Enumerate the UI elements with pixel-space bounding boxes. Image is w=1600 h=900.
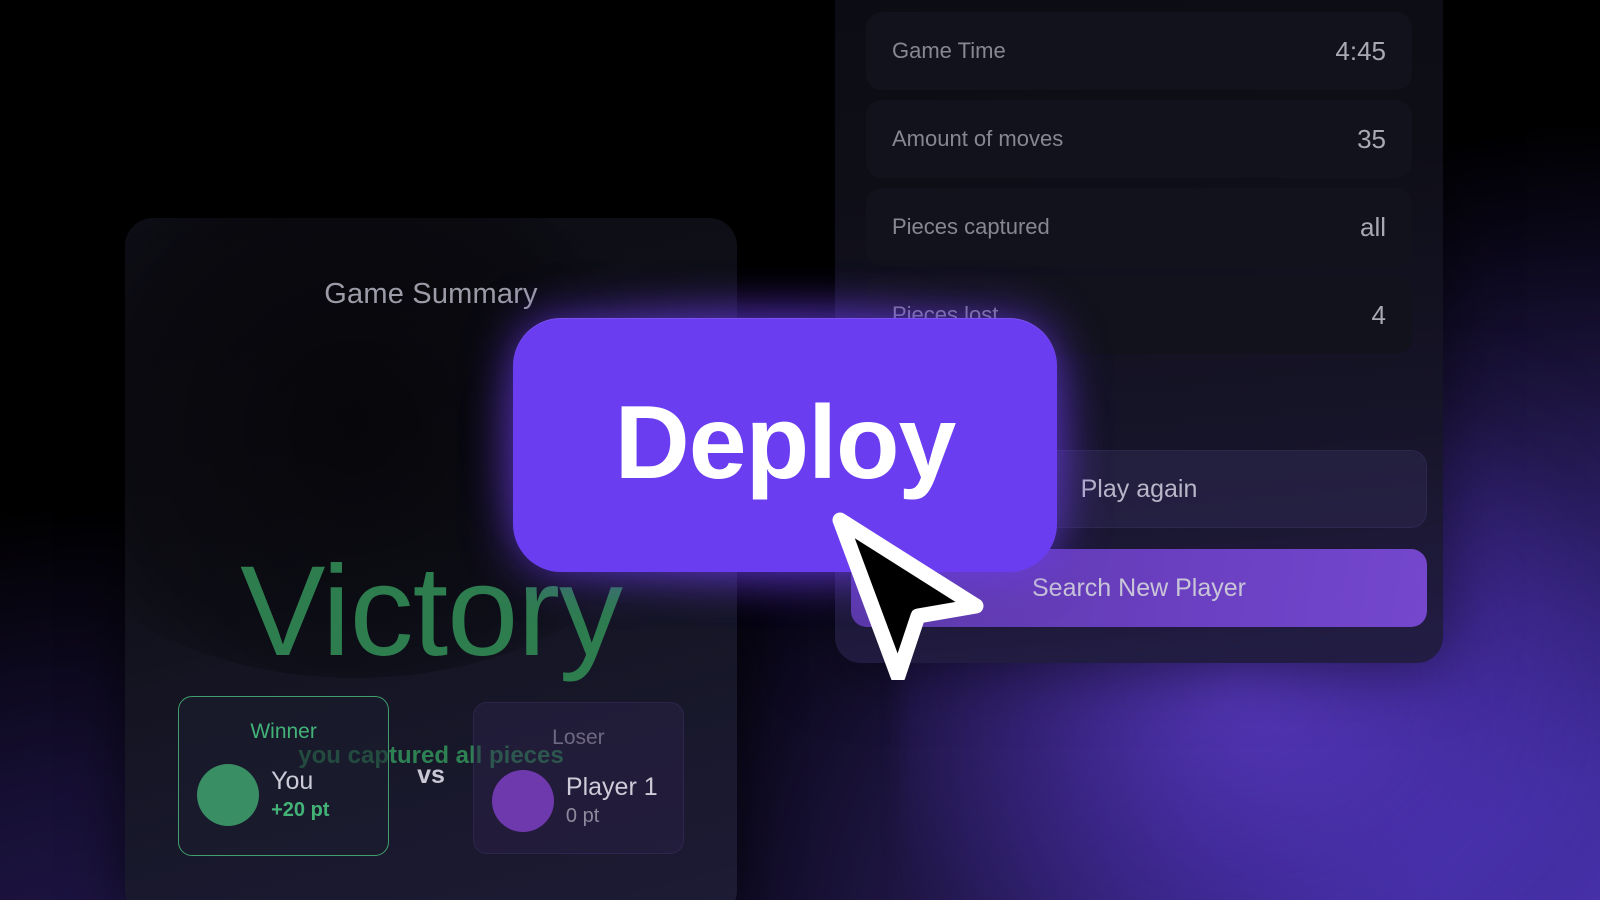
stat-label: Game Time	[892, 38, 1006, 63]
winner-name: You	[271, 767, 314, 795]
stat-row: Pieces captured all	[866, 188, 1412, 266]
deploy-button[interactable]: Deploy	[513, 318, 1057, 572]
loser-name: Player 1	[565, 773, 658, 801]
loser-role-label: Loser	[552, 725, 605, 749]
stat-row: Game Time 4:45	[866, 12, 1412, 90]
play-again-label: Play again	[1080, 474, 1198, 503]
stat-value: 4:45	[1335, 35, 1386, 66]
loser-points: 0 pt	[565, 805, 600, 827]
stat-label: Pieces captured	[892, 214, 1050, 239]
stat-value: all	[1359, 211, 1386, 242]
stat-value: 35	[1357, 123, 1386, 154]
stat-row: Amount of moves 35	[866, 100, 1412, 178]
page-title: Game Summary	[324, 278, 538, 310]
player-card-loser: Loser Player 1 0 pt	[472, 701, 684, 854]
search-new-player-label: Search New Player	[1032, 573, 1246, 602]
winner-body: You +20 pt	[197, 763, 329, 826]
versus-row: Winner You +20 pt vs Loser Player 1 0 pt	[145, 688, 717, 863]
stat-label: Amount of moves	[892, 126, 1064, 151]
versus-label: vs	[417, 761, 445, 789]
winner-points: +20 pt	[271, 799, 330, 821]
player-avatar-purple-icon	[491, 769, 554, 832]
player-avatar-green-icon	[197, 763, 260, 826]
winner-role-label: Winner	[250, 719, 317, 743]
winner-meta: You +20 pt	[271, 767, 329, 822]
stat-value: 4	[1371, 299, 1386, 330]
loser-meta: Player 1 0 pt	[566, 773, 658, 828]
app-root: Game Time 4:45 Amount of moves 35 Pieces…	[0, 0, 1600, 900]
deploy-button-label: Deploy	[614, 385, 957, 501]
player-card-winner: Winner You +20 pt	[178, 695, 390, 856]
loser-body: Player 1 0 pt	[491, 769, 658, 832]
